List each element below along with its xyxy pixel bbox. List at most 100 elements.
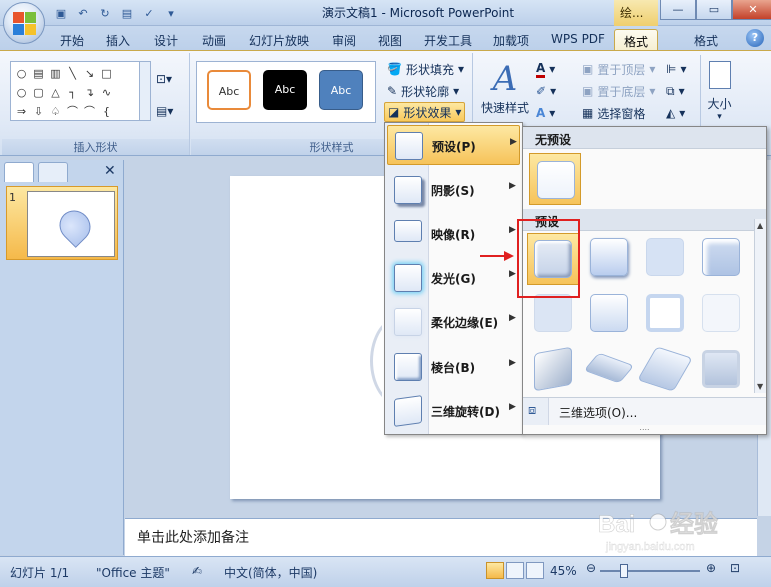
tab-insert[interactable]: 插入 bbox=[100, 29, 136, 50]
shapes-gallery[interactable]: ○ ▤ ▥ ╲ ↘ □ ○ ▢ △ ┐ ↴ ∿ ⇒ ⇩ ♤ ⌒ ⌒ { bbox=[10, 61, 140, 121]
scroll-up-icon[interactable]: ▲ bbox=[757, 221, 763, 230]
style-sample-black[interactable]: Abc bbox=[263, 70, 307, 110]
slides-tab[interactable] bbox=[4, 162, 34, 182]
shape-arc-icon[interactable]: ⌒ bbox=[64, 102, 81, 121]
send-back-button[interactable]: ▣ 置于底层 ▾ bbox=[582, 81, 655, 101]
shape-line-icon[interactable]: ╲ bbox=[64, 64, 81, 83]
tab-view[interactable]: 视图 bbox=[372, 29, 408, 50]
resize-grip[interactable]: .... bbox=[523, 424, 766, 434]
shape-outline-button[interactable]: ✎ 形状轮廓 ▾ bbox=[387, 81, 459, 101]
shape-elbow-icon[interactable]: ┐ bbox=[64, 83, 81, 102]
tab-animation[interactable]: 动画 bbox=[196, 29, 232, 50]
tab-addins[interactable]: 加载项 bbox=[488, 29, 534, 50]
sorter-view-button[interactable] bbox=[506, 562, 524, 579]
tab-developer[interactable]: 开发工具 bbox=[420, 29, 476, 50]
close-panel-icon[interactable]: ✕ bbox=[104, 163, 116, 179]
scroll-down-icon[interactable]: ▼ bbox=[757, 382, 763, 391]
shape-roundrect-icon[interactable]: ▢ bbox=[30, 83, 47, 102]
zoom-slider[interactable] bbox=[600, 570, 700, 572]
edit-shape-button[interactable]: ⊡▾ bbox=[156, 69, 172, 89]
three-d-options-item[interactable]: ⧈ 三维选项(O)... bbox=[523, 397, 766, 425]
shape-larrow-icon[interactable]: ⇩ bbox=[30, 102, 47, 121]
tab-format-picture[interactable]: 格式 bbox=[684, 29, 728, 50]
slide-thumbnail[interactable] bbox=[27, 191, 115, 257]
shape-arrow-icon[interactable]: ↘ bbox=[81, 64, 98, 83]
shape-freeform-icon[interactable]: ♤ bbox=[47, 102, 64, 121]
preset-11[interactable] bbox=[637, 345, 693, 393]
text-fill-button[interactable]: A ▾ bbox=[536, 59, 555, 79]
text-outline-button[interactable]: ✐ ▾ bbox=[536, 81, 556, 101]
selection-pane-button[interactable]: ▦ 选择窗格 bbox=[582, 103, 645, 123]
preset-12[interactable] bbox=[697, 345, 745, 393]
text-effects-button[interactable]: A ▾ bbox=[536, 103, 555, 123]
preset-8[interactable] bbox=[697, 289, 745, 337]
shape-rect-icon[interactable]: □ bbox=[98, 64, 115, 83]
tab-wps-pdf[interactable]: WPS PDF bbox=[546, 29, 610, 50]
style-sample-orange[interactable]: Abc bbox=[207, 70, 251, 110]
zoom-in-icon[interactable]: ⊕ bbox=[706, 561, 716, 575]
shape-effects-button[interactable]: ◪ 形状效果 ▾ bbox=[384, 102, 466, 122]
zoom-level[interactable]: 45% bbox=[550, 564, 577, 578]
preset-10[interactable] bbox=[583, 345, 635, 393]
spell-check-icon[interactable]: ✍ bbox=[192, 564, 202, 578]
menu-item-shadow[interactable]: 阴影(S) ▶ bbox=[387, 170, 520, 210]
shape-vtextbox-icon[interactable]: ▥ bbox=[47, 64, 64, 83]
preset-3[interactable] bbox=[641, 233, 689, 281]
menu-item-bevel[interactable]: 棱台(B) ▶ bbox=[387, 347, 520, 387]
group-button[interactable]: ⧉ ▾ bbox=[666, 81, 685, 101]
align-button[interactable]: ⊫ ▾ bbox=[666, 59, 686, 79]
shape-textbox-icon[interactable]: ▤ bbox=[30, 64, 47, 83]
normal-view-button[interactable] bbox=[486, 562, 504, 579]
shape-arc2-icon[interactable]: ⌒ bbox=[81, 102, 98, 121]
shape-rarrow-icon[interactable]: ⇒ bbox=[13, 102, 30, 121]
rotate-button[interactable]: ◭ ▾ bbox=[666, 103, 685, 123]
menu-item-glow[interactable]: 发光(G) ▶ bbox=[387, 258, 520, 298]
close-button[interactable]: ✕ bbox=[732, 0, 771, 20]
gallery-scrollbar[interactable]: ▲ ▼ bbox=[754, 219, 766, 393]
tab-home[interactable]: 开始 bbox=[54, 29, 90, 50]
menu-item-soft-edges[interactable]: 柔化边缘(E) ▶ bbox=[387, 302, 520, 342]
spelling-icon[interactable]: ✓ bbox=[140, 4, 158, 22]
style-sample-blue[interactable]: Abc bbox=[319, 70, 363, 110]
slide-thumbnail-selected[interactable]: 1 bbox=[6, 186, 118, 260]
shape-circle-icon[interactable]: ○ bbox=[13, 83, 30, 102]
print-preview-icon[interactable]: ▤ bbox=[118, 4, 136, 22]
preset-2[interactable] bbox=[585, 233, 633, 281]
qat-dropdown-icon[interactable]: ▾ bbox=[162, 4, 180, 22]
menu-item-3d-rotation[interactable]: 三维旋转(D) ▶ bbox=[387, 391, 520, 431]
preset-9[interactable] bbox=[529, 345, 577, 393]
tab-design[interactable]: 设计 bbox=[148, 29, 184, 50]
no-preset-option[interactable] bbox=[529, 153, 581, 205]
tab-review[interactable]: 审阅 bbox=[326, 29, 362, 50]
outline-tab[interactable] bbox=[38, 162, 68, 182]
tab-slideshow[interactable]: 幻灯片放映 bbox=[244, 29, 314, 50]
size-button[interactable]: 大小 ▾ bbox=[700, 55, 738, 135]
shapes-scroll[interactable] bbox=[139, 61, 151, 121]
redo-icon[interactable]: ↻ bbox=[96, 4, 114, 22]
minimize-button[interactable]: — bbox=[660, 0, 696, 20]
reading-view-button[interactable] bbox=[526, 562, 544, 579]
preset-4[interactable] bbox=[697, 233, 745, 281]
undo-icon[interactable]: ↶ bbox=[74, 4, 92, 22]
shape-fill-button[interactable]: 🪣 形状填充 ▾ bbox=[387, 59, 464, 79]
shape-curve-icon[interactable]: ∿ bbox=[98, 83, 115, 102]
tab-format-drawing[interactable]: 格式 bbox=[614, 29, 658, 50]
shape-brace-icon[interactable]: { bbox=[98, 102, 115, 121]
zoom-out-icon[interactable]: ⊖ bbox=[586, 561, 596, 575]
save-icon[interactable]: ▣ bbox=[52, 4, 70, 22]
shape-style-gallery[interactable]: Abc Abc Abc bbox=[196, 61, 376, 123]
quick-style-button[interactable]: A 快速样式 bbox=[480, 59, 530, 129]
shape-elbow2-icon[interactable]: ↴ bbox=[81, 83, 98, 102]
textbox-button[interactable]: ▤▾ bbox=[156, 101, 173, 121]
preset-6[interactable] bbox=[585, 289, 633, 337]
bring-front-button[interactable]: ▣ 置于顶层 ▾ bbox=[582, 59, 655, 79]
zoom-slider-thumb[interactable] bbox=[620, 564, 628, 578]
office-button[interactable] bbox=[3, 2, 45, 44]
menu-item-reflection[interactable]: 映像(R) ▶ bbox=[387, 214, 520, 254]
shape-triangle-icon[interactable]: △ bbox=[47, 83, 64, 102]
maximize-button[interactable]: ▭ bbox=[696, 0, 732, 20]
menu-item-preset[interactable]: 预设(P) ▶ bbox=[387, 125, 520, 165]
help-icon[interactable]: ? bbox=[746, 29, 764, 47]
fit-window-icon[interactable]: ⊡ bbox=[730, 561, 740, 575]
preset-7[interactable] bbox=[641, 289, 689, 337]
